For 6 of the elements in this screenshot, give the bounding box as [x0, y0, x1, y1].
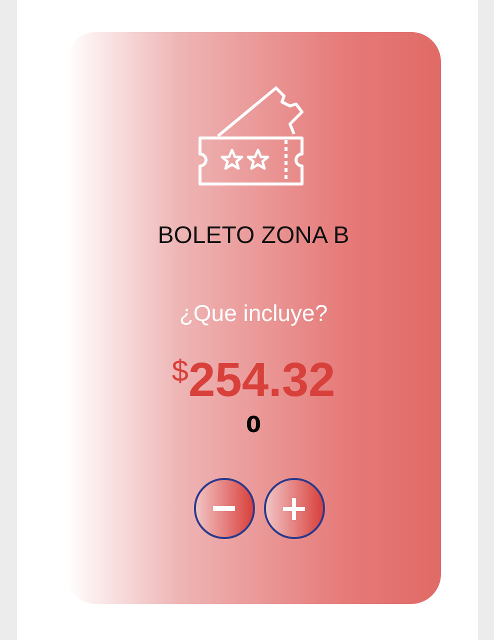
quantity-value: 0	[246, 413, 262, 438]
minus-icon	[212, 506, 236, 511]
includes-link[interactable]: ¿Que incluye?	[179, 300, 328, 327]
plus-icon	[282, 496, 306, 520]
price: $254.32	[172, 353, 336, 409]
ticket-title: BOLETO ZONA B	[158, 222, 350, 250]
